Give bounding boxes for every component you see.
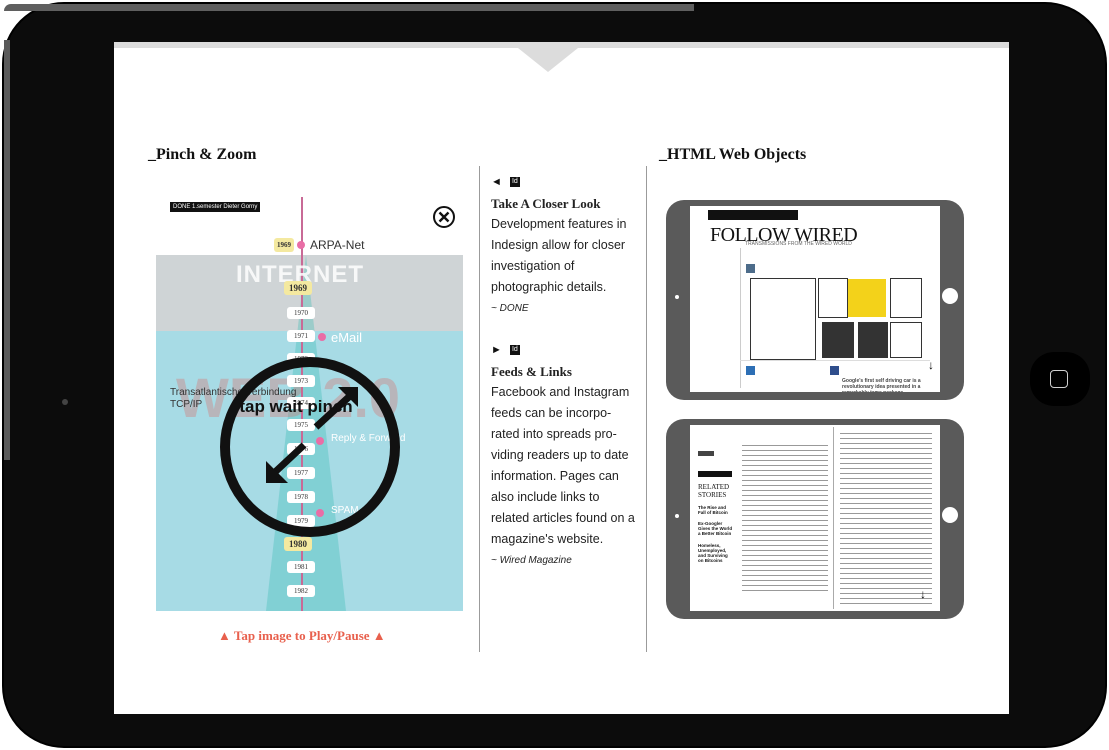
tablet-home-button bbox=[942, 507, 958, 523]
down-arrow-icon[interactable]: ↓ bbox=[928, 358, 934, 372]
tablet-camera bbox=[675, 514, 679, 518]
twitter-icon bbox=[746, 366, 755, 375]
camera-photo bbox=[822, 322, 854, 358]
google-note: Google's first self driving car is a rev… bbox=[842, 378, 921, 392]
timeline-dot bbox=[297, 241, 305, 249]
arpa-net-label: ARPA-Net bbox=[310, 238, 365, 252]
year-label: 1969 bbox=[284, 281, 312, 295]
arpa-year: 1969 bbox=[274, 238, 294, 252]
year-label: 1980 bbox=[284, 537, 312, 551]
feature-icons: ► Id bbox=[491, 340, 636, 361]
column-divider bbox=[646, 166, 647, 652]
related-item[interactable]: Homeless, Unemployed, and Surviving on B… bbox=[698, 543, 734, 563]
article-text-column bbox=[840, 431, 932, 607]
screen: _Pinch & Zoom _HTML Web Objects DONE 1.s… bbox=[114, 42, 1009, 714]
camera-photo bbox=[890, 322, 922, 358]
timeline-dot bbox=[318, 333, 326, 341]
icon-row bbox=[698, 451, 714, 456]
year-label: 1982 bbox=[287, 585, 315, 597]
play-icon: ► bbox=[491, 344, 502, 356]
tap-play-pause-caption[interactable]: ▲ Tap image to Play/Pause ▲ bbox=[218, 628, 386, 644]
tablet-camera bbox=[675, 295, 679, 299]
email-label: eMail bbox=[331, 330, 363, 345]
feeds-links-block: ► Id Feeds & Links Facebook and Instagram… bbox=[491, 340, 636, 571]
year-label: 1971 bbox=[287, 330, 315, 342]
tablet-home-button bbox=[942, 288, 958, 304]
block-body: Development features in Indesign allow f… bbox=[491, 217, 627, 294]
done-tag: DONE 1.semester Dieter Gorny bbox=[170, 202, 261, 212]
block-body: Facebook and Instagram feeds can be inco… bbox=[491, 385, 635, 546]
camera-photo-highlight bbox=[848, 279, 886, 317]
feature-icons: ◄ Id bbox=[491, 172, 636, 193]
facebook-icon bbox=[830, 366, 839, 375]
tablet-preview-bitcoin[interactable]: RELATED STORIES The Rise and Fall of Bit… bbox=[666, 419, 964, 619]
column-divider bbox=[479, 166, 480, 652]
tablet-preview-wired[interactable]: FOLLOW WIRED TRANSMISSIONS FROM THE WIRE… bbox=[666, 200, 964, 400]
play-back-icon: ◄ bbox=[491, 176, 502, 188]
related-stories-title: RELATED STORIES bbox=[698, 483, 730, 499]
related-item[interactable]: The Rise and Fall of Bitcoin bbox=[698, 505, 734, 515]
home-square-icon bbox=[1050, 370, 1068, 388]
wired-subtitle: TRANSMISSIONS FROM THE WIRED WORLD bbox=[745, 241, 852, 247]
html-web-objects-title: _HTML Web Objects bbox=[659, 146, 807, 163]
camera-photo bbox=[818, 278, 848, 318]
front-camera bbox=[62, 399, 68, 405]
camera-photo bbox=[750, 278, 816, 360]
pinch-zoom-image[interactable]: DONE 1.semester Dieter Gorny INTERNET WE… bbox=[156, 197, 463, 611]
block-heading: Take A Closer Look bbox=[491, 196, 601, 211]
instagram-icon bbox=[746, 264, 755, 273]
frame-side-sheen bbox=[4, 40, 10, 460]
frame-sheen bbox=[4, 4, 694, 11]
bitcoin-article-page: RELATED STORIES The Rise and Fall of Bit… bbox=[690, 425, 940, 611]
camera-photo bbox=[890, 278, 922, 318]
pinch-instruction: tap wait pinch bbox=[239, 397, 353, 416]
indesign-icon: Id bbox=[509, 177, 520, 188]
article-text-column bbox=[742, 443, 828, 593]
pull-down-tab[interactable] bbox=[518, 48, 578, 72]
tcpip-label: TCP/IP bbox=[170, 399, 203, 410]
year-label: 1970 bbox=[287, 307, 315, 319]
pinch-arrows-icon bbox=[266, 387, 358, 483]
block-source: ~ DONE bbox=[491, 303, 529, 314]
indesign-icon: Id bbox=[509, 345, 520, 356]
take-closer-look-block: ◄ Id Take A Closer Look Development featu… bbox=[491, 172, 636, 319]
year-label: 1981 bbox=[287, 561, 315, 573]
block-heading: Feeds & Links bbox=[491, 364, 572, 379]
camera-photo bbox=[858, 322, 888, 358]
pinch-zoom-title: _Pinch & Zoom bbox=[148, 146, 257, 163]
wired-page: FOLLOW WIRED TRANSMISSIONS FROM THE WIRE… bbox=[690, 206, 940, 392]
related-item[interactable]: Ex-Googler Gives the World a Better Bitc… bbox=[698, 521, 734, 536]
close-icon[interactable] bbox=[432, 205, 456, 229]
down-arrow-icon[interactable]: ↓ bbox=[920, 587, 926, 601]
block-source: ~ Wired Magazine bbox=[491, 555, 572, 566]
